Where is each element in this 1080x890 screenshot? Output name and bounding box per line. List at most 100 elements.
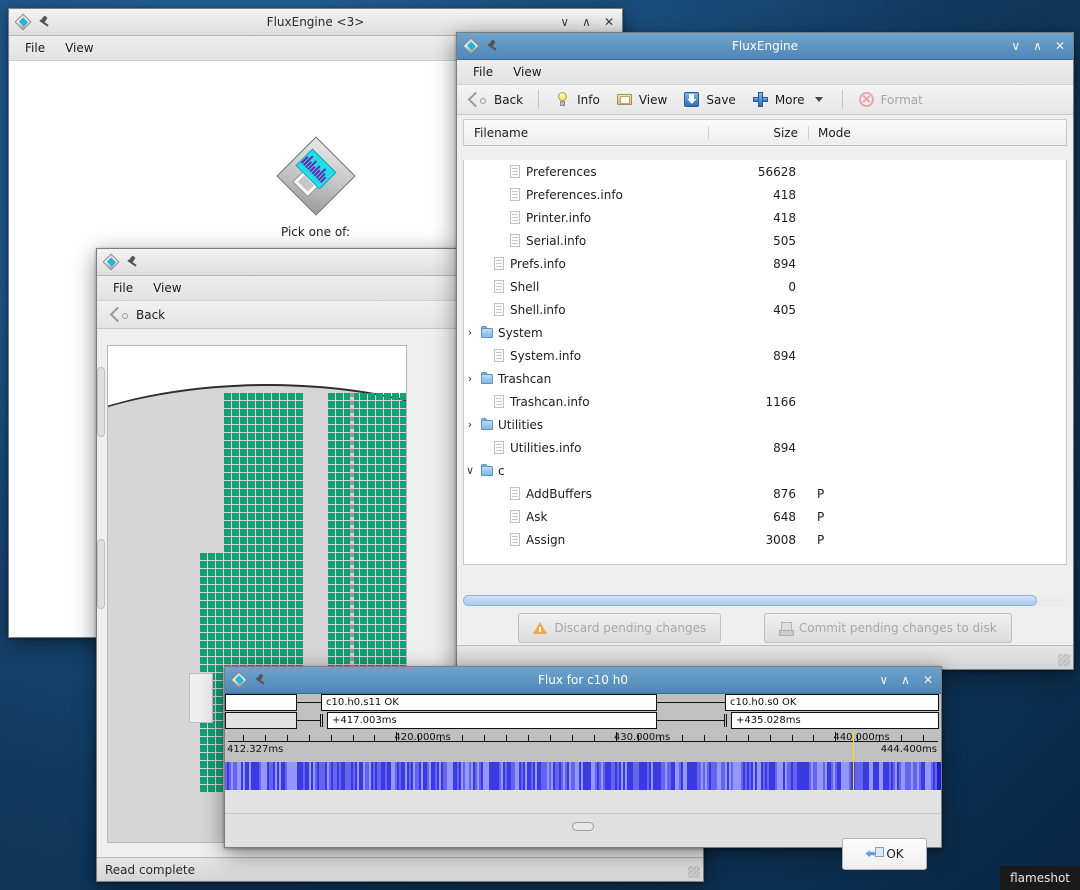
expander-arrow-icon[interactable]: ›: [492, 234, 504, 247]
expander-arrow-icon[interactable]: ›: [464, 372, 476, 385]
sector-cell: [208, 561, 215, 568]
table-row[interactable]: ›Trashcan: [464, 367, 1066, 390]
table-row[interactable]: ›Utilities: [464, 413, 1066, 436]
toolbar-more-button[interactable]: More: [745, 88, 834, 111]
pin-icon[interactable]: [126, 256, 138, 268]
menu-file[interactable]: File: [105, 278, 141, 298]
table-row[interactable]: ›Printer.info418: [464, 206, 1066, 229]
table-row[interactable]: ›Utilities.info894: [464, 436, 1066, 459]
table-row[interactable]: ›Shell.info405: [464, 298, 1066, 321]
minimize-icon[interactable]: ∨: [1011, 40, 1020, 52]
maximize-icon[interactable]: ∧: [582, 16, 591, 28]
table-row[interactable]: ›Ask648P: [464, 505, 1066, 528]
menu-view[interactable]: View: [145, 278, 189, 298]
expander-arrow-icon[interactable]: ›: [492, 211, 504, 224]
playhead-cursor[interactable]: [853, 730, 854, 762]
menu-file[interactable]: File: [465, 62, 501, 82]
sector-cell: [336, 657, 343, 664]
expander-arrow-icon[interactable]: ›: [476, 257, 488, 270]
toolbar-back-button[interactable]: Back: [463, 90, 530, 110]
horizontal-scrollbar[interactable]: [463, 595, 1067, 606]
sector-cell: [384, 537, 391, 544]
table-row[interactable]: ›Trashcan.info1166: [464, 390, 1066, 413]
sector-cell: [328, 457, 335, 464]
scroll-handle-lower[interactable]: [97, 539, 105, 609]
expander-arrow-icon[interactable]: ›: [492, 510, 504, 523]
table-row[interactable]: ›Preferences.info418: [464, 183, 1066, 206]
toolbar-info-button[interactable]: Info: [547, 88, 607, 111]
chevron-down-icon[interactable]: [815, 97, 823, 102]
resize-grip-icon[interactable]: [1058, 654, 1070, 666]
expander-arrow-icon[interactable]: ›: [476, 303, 488, 316]
close-icon[interactable]: ✕: [923, 674, 933, 686]
expander-arrow-icon[interactable]: ›: [476, 395, 488, 408]
flux-window[interactable]: Flux for c10 h0 ∨ ∧ ✕ c10.h0.s11 OKc10.h…: [224, 666, 942, 848]
fluxengine-window-main[interactable]: FluxEngine ∨ ∧ ✕ File View Back Info Vie…: [456, 32, 1074, 670]
maximize-icon[interactable]: ∧: [1033, 40, 1042, 52]
menu-view[interactable]: View: [57, 38, 101, 58]
minimize-icon[interactable]: ∨: [879, 674, 888, 686]
sector-cell: [200, 609, 207, 616]
table-row[interactable]: ›System: [464, 321, 1066, 344]
column-header-mode[interactable]: Mode: [808, 126, 1066, 140]
toolbar-view-button[interactable]: View: [609, 88, 674, 111]
menu-view[interactable]: View: [505, 62, 549, 82]
back-button[interactable]: Back: [105, 305, 172, 325]
expander-arrow-icon[interactable]: ›: [492, 188, 504, 201]
expander-arrow-icon[interactable]: ›: [492, 533, 504, 546]
toolbar-format-button[interactable]: Format: [851, 88, 930, 111]
pin-icon[interactable]: [38, 16, 50, 28]
flux-density-band[interactable]: [225, 762, 941, 790]
commit-pending-changes-button[interactable]: Commit pending changes to disk: [764, 613, 1012, 643]
taskbar-item-flameshot[interactable]: flameshot: [1000, 866, 1080, 890]
flux-titlebar[interactable]: Flux for c10 h0 ∨ ∧ ✕: [225, 667, 941, 694]
table-row[interactable]: ›Serial.info505: [464, 229, 1066, 252]
table-row[interactable]: ›AddBuffers876P: [464, 482, 1066, 505]
maximize-icon[interactable]: ∧: [901, 674, 910, 686]
minimize-icon[interactable]: ∨: [560, 16, 569, 28]
pin-icon[interactable]: [254, 674, 266, 686]
expander-arrow-icon[interactable]: ∨: [464, 464, 476, 477]
sector-cell: [336, 601, 343, 608]
table-row[interactable]: ∨c: [464, 459, 1066, 482]
sector-cell: [328, 513, 335, 520]
file-list[interactable]: ›Preferences56628›Preferences.info418›Pr…: [463, 160, 1067, 565]
window1-menubar[interactable]: File View: [457, 60, 1073, 85]
table-row[interactable]: ›Prefs.info894: [464, 252, 1066, 275]
sector-cell: [336, 409, 343, 416]
sector-cell: [280, 577, 287, 584]
playhead-cursor[interactable]: [853, 762, 854, 790]
splitter-grip[interactable]: [572, 822, 594, 831]
sector-cell: [368, 473, 375, 480]
window1-titlebar[interactable]: FluxEngine ∨ ∧ ✕: [457, 33, 1073, 60]
ok-button[interactable]: OK: [842, 838, 927, 870]
expander-arrow-icon[interactable]: ›: [492, 165, 504, 178]
table-row[interactable]: ›Preferences56628: [464, 160, 1066, 183]
scrollbar-thumb[interactable]: [463, 595, 1037, 606]
pin-icon[interactable]: [486, 40, 498, 52]
expander-arrow-icon[interactable]: ›: [476, 280, 488, 293]
scroll-handle-upper[interactable]: [97, 367, 105, 437]
expander-arrow-icon[interactable]: ›: [464, 418, 476, 431]
discard-pending-changes-button[interactable]: Discard pending changes: [518, 613, 721, 643]
column-header-filename[interactable]: Filename: [464, 126, 708, 140]
expander-arrow-icon[interactable]: ›: [476, 441, 488, 454]
sector-cell: [336, 457, 343, 464]
sector-cell: [248, 521, 255, 528]
window1-toolbar[interactable]: Back Info View Save More Format: [457, 85, 1073, 115]
toolbar-save-button[interactable]: Save: [676, 88, 742, 111]
table-row[interactable]: ›Assign3008P: [464, 528, 1066, 551]
table-row[interactable]: ›Shell0: [464, 275, 1066, 298]
menu-file[interactable]: File: [17, 38, 53, 58]
close-icon[interactable]: ✕: [604, 16, 614, 28]
sector-cell: [200, 657, 207, 664]
expander-arrow-icon[interactable]: ›: [492, 487, 504, 500]
resize-grip-icon[interactable]: [688, 866, 700, 878]
sector-cell: [296, 521, 303, 528]
expander-arrow-icon[interactable]: ›: [464, 326, 476, 339]
close-icon[interactable]: ✕: [1055, 40, 1065, 52]
column-header-size[interactable]: Size: [708, 126, 808, 140]
expander-arrow-icon[interactable]: ›: [476, 349, 488, 362]
table-row[interactable]: ›System.info894: [464, 344, 1066, 367]
sector-cell: [384, 401, 391, 408]
